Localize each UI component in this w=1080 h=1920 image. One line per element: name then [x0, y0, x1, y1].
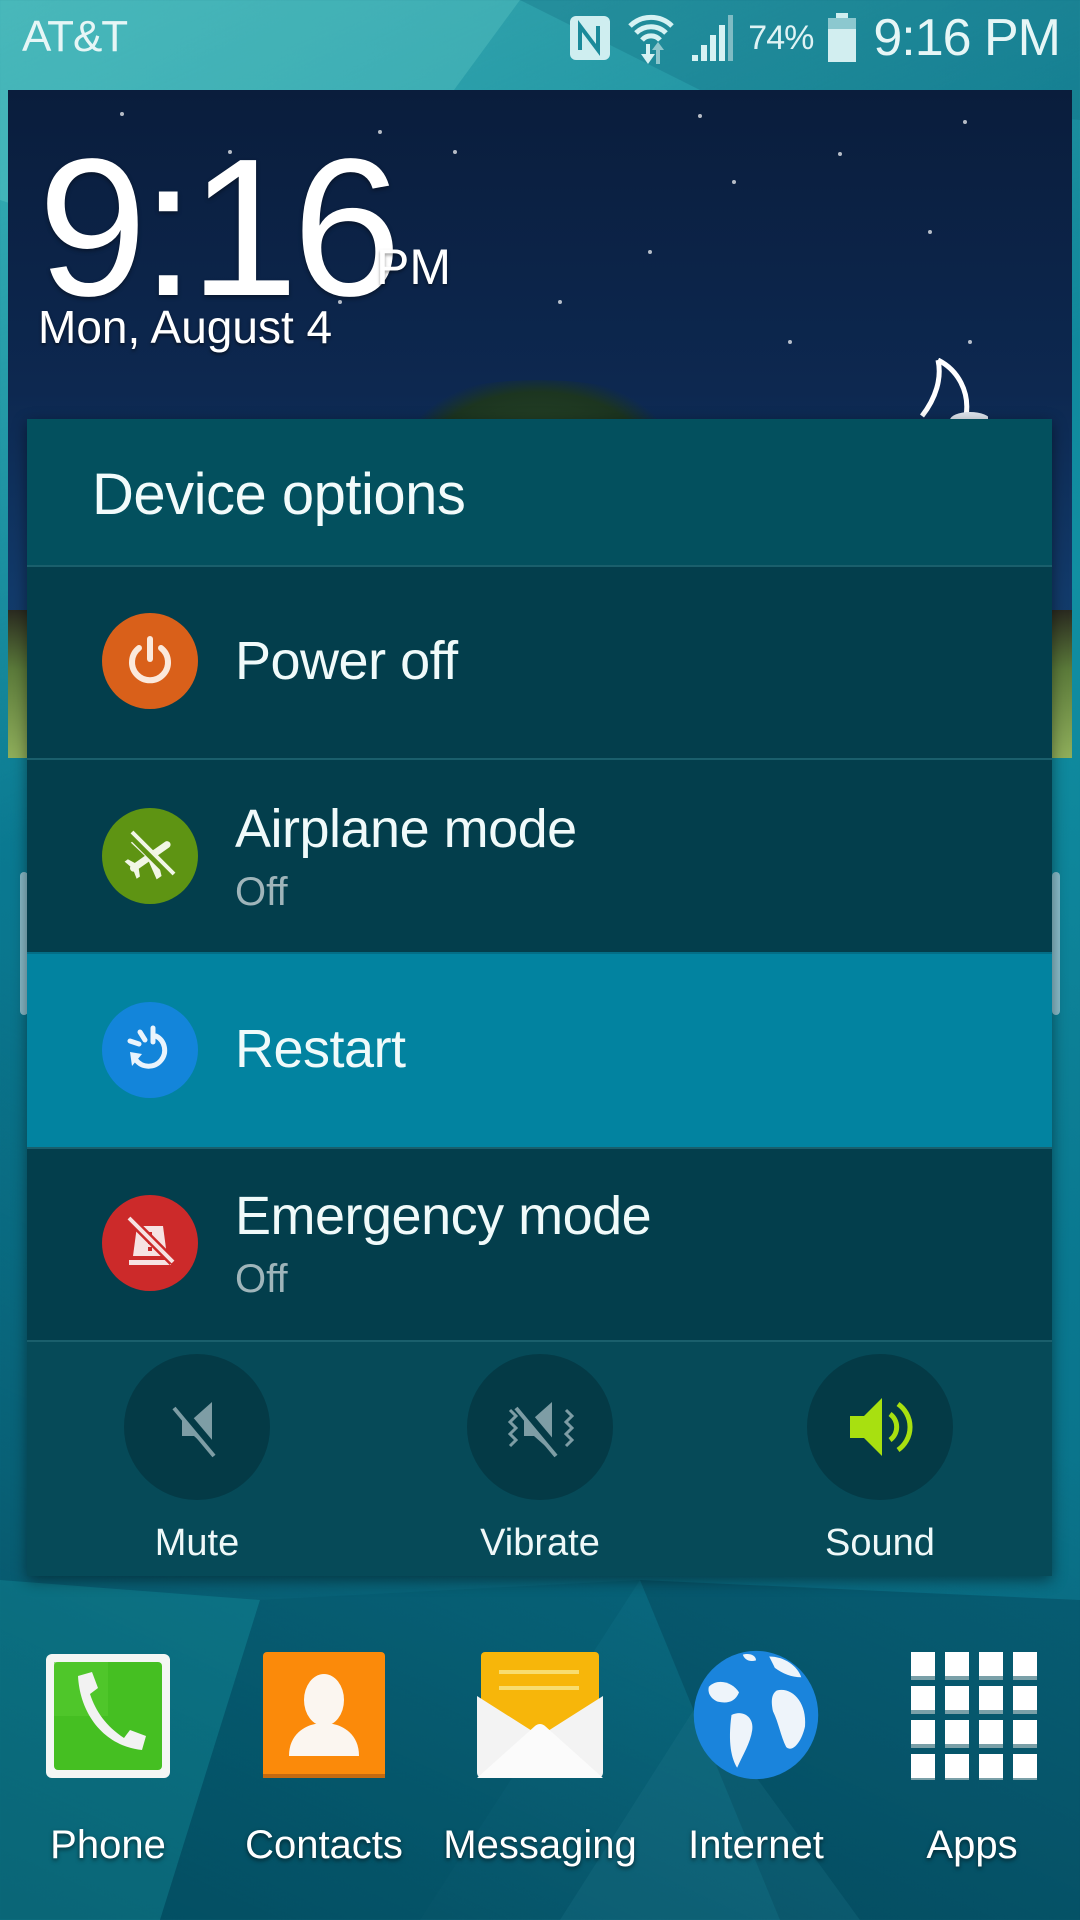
apps-grid-square	[911, 1652, 935, 1676]
power-icon	[102, 613, 198, 709]
apps-grid-square	[911, 1754, 935, 1778]
nfc-icon	[570, 16, 611, 60]
dock-app-contacts[interactable]: Contacts	[216, 1645, 432, 1885]
apps-grid-square	[911, 1720, 935, 1744]
emergency-off-icon	[102, 1195, 198, 1291]
dialog-header: Device options	[27, 419, 1052, 565]
sound-button[interactable]	[807, 1354, 953, 1500]
clock-ampm: PM	[376, 239, 451, 295]
device-options-dialog: Device options Power off Airplane mode O…	[27, 419, 1052, 1576]
option-status: Off	[235, 1257, 288, 1301]
apps-grid-square	[979, 1720, 1003, 1744]
sound-label: Sound	[825, 1522, 935, 1564]
apps-grid-square	[1013, 1652, 1037, 1676]
option-label: Power off	[235, 631, 458, 691]
option-label: Airplane mode	[235, 799, 577, 859]
phone-icon	[42, 1645, 174, 1785]
option-airplane-mode[interactable]: Airplane mode Off	[27, 758, 1052, 952]
option-power-off[interactable]: Power off	[27, 565, 1052, 758]
clock-date: Mon, August 4	[38, 301, 333, 353]
sound-icon	[850, 1398, 913, 1456]
carrier-name: AT&T	[22, 12, 128, 61]
apps-grid-square	[911, 1686, 935, 1710]
dock-app-phone[interactable]: Phone	[0, 1645, 216, 1885]
option-label: Emergency mode	[235, 1186, 652, 1246]
status-icons: 74% 9:16 PM	[568, 8, 1061, 68]
apps-grid-square	[945, 1720, 969, 1744]
status-time: 9:16 PM	[873, 9, 1061, 67]
vibrate-label: Vibrate	[480, 1522, 600, 1564]
contacts-icon	[258, 1645, 390, 1785]
apps-grid-square	[1013, 1686, 1037, 1710]
dock-app-internet[interactable]: Internet	[648, 1645, 864, 1885]
mute-icon	[172, 1401, 222, 1458]
dock-label: Apps	[926, 1823, 1018, 1867]
status-bar: AT&T 74% 9:16 PM	[0, 0, 1080, 78]
apps-grid-square	[1013, 1754, 1037, 1778]
apps-grid-square	[1013, 1720, 1037, 1744]
moon-icon	[920, 358, 988, 420]
landscape-strip-right	[1050, 610, 1072, 758]
apps-grid-square	[945, 1686, 969, 1710]
internet-globe-icon	[690, 1645, 822, 1785]
option-restart[interactable]: Restart	[27, 952, 1052, 1147]
dock-app-messaging[interactable]: Messaging	[432, 1645, 648, 1885]
messaging-icon	[474, 1645, 606, 1785]
apps-grid-square	[979, 1686, 1003, 1710]
apps-grid-square	[945, 1754, 969, 1778]
wifi-icon	[628, 14, 675, 64]
apps-grid-square	[945, 1652, 969, 1676]
dock-app-apps[interactable]: Apps	[864, 1645, 1080, 1885]
apps-grid-square	[979, 1754, 1003, 1778]
apps-grid-icon	[906, 1645, 1038, 1785]
mute-label: Mute	[154, 1522, 240, 1564]
apps-grid-square	[979, 1652, 1003, 1676]
dialog-title: Device options	[92, 462, 466, 527]
vibrate-icon	[507, 1401, 575, 1458]
battery-percent: 74%	[748, 18, 814, 57]
mute-button[interactable]	[124, 1354, 270, 1500]
option-label: Restart	[235, 1019, 406, 1079]
clock-time: 9:16	[38, 118, 401, 337]
battery-icon	[828, 13, 857, 62]
restart-icon	[102, 1002, 198, 1098]
vibrate-button[interactable]	[467, 1354, 613, 1500]
airplane-off-icon	[102, 808, 198, 904]
sound-mode-section: Mute Vibrate Sound	[27, 1340, 1052, 1576]
signal-icon	[692, 15, 734, 61]
right-edge-handle[interactable]	[1052, 872, 1060, 1015]
option-emergency-mode[interactable]: Emergency mode Off	[27, 1147, 1052, 1340]
option-status: Off	[235, 870, 288, 914]
